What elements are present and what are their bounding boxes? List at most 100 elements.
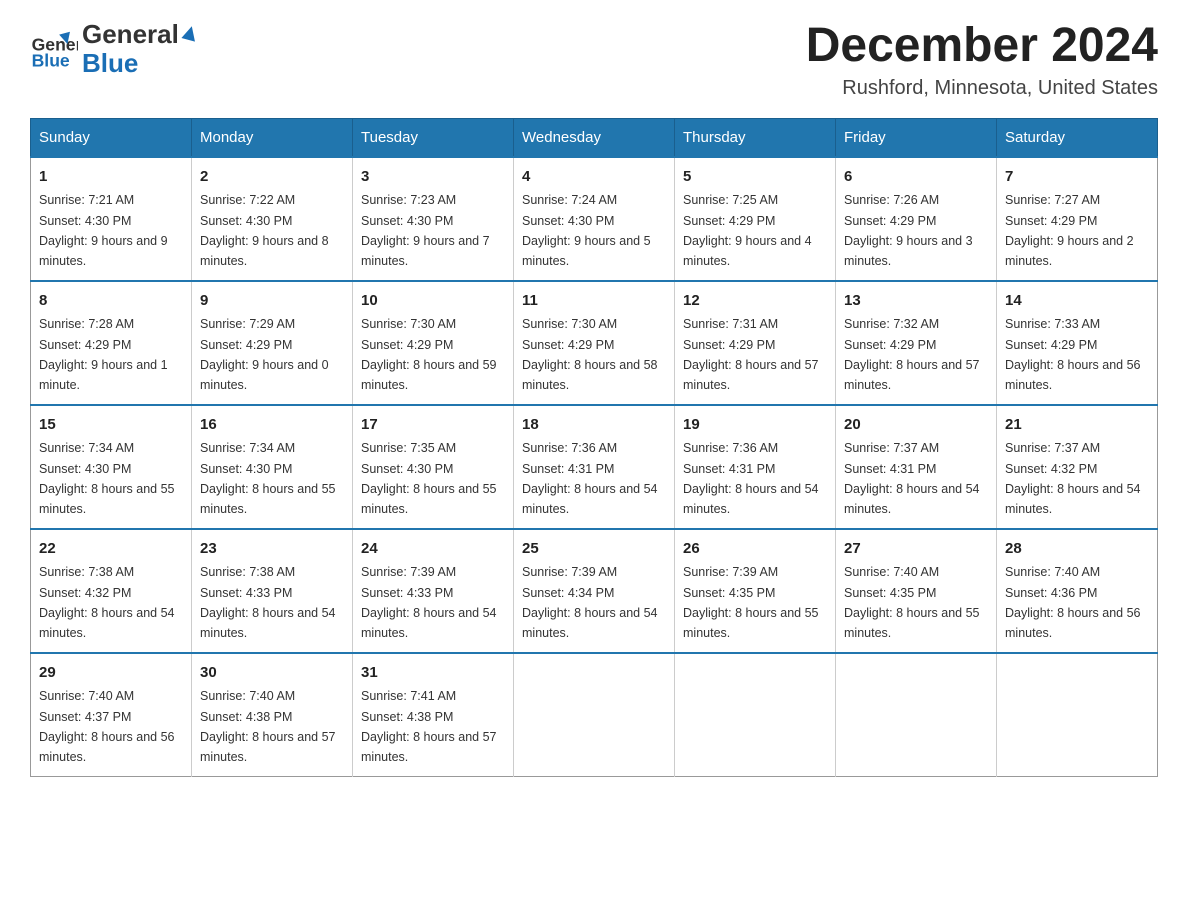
day-info: Sunrise: 7:37 AMSunset: 4:31 PMDaylight:…	[844, 441, 980, 516]
day-number: 14	[1005, 290, 1149, 313]
day-number: 24	[361, 538, 505, 561]
calendar-cell	[514, 653, 675, 777]
logo-triangle-icon	[181, 22, 199, 42]
calendar-cell: 7 Sunrise: 7:27 AMSunset: 4:29 PMDayligh…	[997, 157, 1158, 281]
day-info: Sunrise: 7:40 AMSunset: 4:37 PMDaylight:…	[39, 689, 175, 764]
day-info: Sunrise: 7:30 AMSunset: 4:29 PMDaylight:…	[361, 317, 497, 392]
day-number: 13	[844, 290, 988, 313]
calendar-cell: 28 Sunrise: 7:40 AMSunset: 4:36 PMDaylig…	[997, 529, 1158, 653]
calendar-cell: 20 Sunrise: 7:37 AMSunset: 4:31 PMDaylig…	[836, 405, 997, 529]
calendar-cell	[997, 653, 1158, 777]
day-info: Sunrise: 7:36 AMSunset: 4:31 PMDaylight:…	[683, 441, 819, 516]
day-info: Sunrise: 7:34 AMSunset: 4:30 PMDaylight:…	[200, 441, 336, 516]
week-row-1: 1 Sunrise: 7:21 AMSunset: 4:30 PMDayligh…	[31, 157, 1158, 281]
day-number: 1	[39, 166, 183, 189]
week-row-2: 8 Sunrise: 7:28 AMSunset: 4:29 PMDayligh…	[31, 281, 1158, 405]
day-number: 12	[683, 290, 827, 313]
calendar-cell: 30 Sunrise: 7:40 AMSunset: 4:38 PMDaylig…	[192, 653, 353, 777]
day-info: Sunrise: 7:21 AMSunset: 4:30 PMDaylight:…	[39, 193, 168, 268]
calendar-cell: 11 Sunrise: 7:30 AMSunset: 4:29 PMDaylig…	[514, 281, 675, 405]
calendar-cell: 15 Sunrise: 7:34 AMSunset: 4:30 PMDaylig…	[31, 405, 192, 529]
title-area: December 2024 Rushford, Minnesota, Unite…	[806, 20, 1158, 100]
header-sunday: Sunday	[31, 118, 192, 157]
calendar-cell: 22 Sunrise: 7:38 AMSunset: 4:32 PMDaylig…	[31, 529, 192, 653]
location-title: Rushford, Minnesota, United States	[806, 77, 1158, 100]
day-info: Sunrise: 7:28 AMSunset: 4:29 PMDaylight:…	[39, 317, 168, 392]
calendar-cell: 29 Sunrise: 7:40 AMSunset: 4:37 PMDaylig…	[31, 653, 192, 777]
day-info: Sunrise: 7:38 AMSunset: 4:32 PMDaylight:…	[39, 565, 175, 640]
calendar-cell: 31 Sunrise: 7:41 AMSunset: 4:38 PMDaylig…	[353, 653, 514, 777]
day-info: Sunrise: 7:22 AMSunset: 4:30 PMDaylight:…	[200, 193, 329, 268]
calendar-cell: 24 Sunrise: 7:39 AMSunset: 4:33 PMDaylig…	[353, 529, 514, 653]
week-row-3: 15 Sunrise: 7:34 AMSunset: 4:30 PMDaylig…	[31, 405, 1158, 529]
calendar-cell: 6 Sunrise: 7:26 AMSunset: 4:29 PMDayligh…	[836, 157, 997, 281]
day-number: 22	[39, 538, 183, 561]
logo-blue-text: Blue	[82, 49, 199, 78]
day-info: Sunrise: 7:39 AMSunset: 4:35 PMDaylight:…	[683, 565, 819, 640]
calendar-cell: 14 Sunrise: 7:33 AMSunset: 4:29 PMDaylig…	[997, 281, 1158, 405]
day-number: 3	[361, 166, 505, 189]
calendar-cell	[836, 653, 997, 777]
day-number: 9	[200, 290, 344, 313]
calendar-cell: 9 Sunrise: 7:29 AMSunset: 4:29 PMDayligh…	[192, 281, 353, 405]
calendar-cell: 13 Sunrise: 7:32 AMSunset: 4:29 PMDaylig…	[836, 281, 997, 405]
calendar-cell	[675, 653, 836, 777]
calendar-cell: 17 Sunrise: 7:35 AMSunset: 4:30 PMDaylig…	[353, 405, 514, 529]
svg-text:Blue: Blue	[32, 50, 70, 70]
day-info: Sunrise: 7:39 AMSunset: 4:33 PMDaylight:…	[361, 565, 497, 640]
week-row-4: 22 Sunrise: 7:38 AMSunset: 4:32 PMDaylig…	[31, 529, 1158, 653]
calendar-cell: 12 Sunrise: 7:31 AMSunset: 4:29 PMDaylig…	[675, 281, 836, 405]
page-header: General Blue General Blue December 2024 …	[30, 20, 1158, 100]
day-info: Sunrise: 7:29 AMSunset: 4:29 PMDaylight:…	[200, 317, 329, 392]
header-wednesday: Wednesday	[514, 118, 675, 157]
calendar-cell: 27 Sunrise: 7:40 AMSunset: 4:35 PMDaylig…	[836, 529, 997, 653]
day-number: 4	[522, 166, 666, 189]
calendar-cell: 16 Sunrise: 7:34 AMSunset: 4:30 PMDaylig…	[192, 405, 353, 529]
day-number: 19	[683, 414, 827, 437]
calendar-cell: 4 Sunrise: 7:24 AMSunset: 4:30 PMDayligh…	[514, 157, 675, 281]
day-info: Sunrise: 7:40 AMSunset: 4:38 PMDaylight:…	[200, 689, 336, 764]
day-number: 11	[522, 290, 666, 313]
calendar-cell: 2 Sunrise: 7:22 AMSunset: 4:30 PMDayligh…	[192, 157, 353, 281]
day-info: Sunrise: 7:25 AMSunset: 4:29 PMDaylight:…	[683, 193, 812, 268]
day-info: Sunrise: 7:33 AMSunset: 4:29 PMDaylight:…	[1005, 317, 1141, 392]
day-info: Sunrise: 7:30 AMSunset: 4:29 PMDaylight:…	[522, 317, 658, 392]
day-info: Sunrise: 7:38 AMSunset: 4:33 PMDaylight:…	[200, 565, 336, 640]
day-number: 5	[683, 166, 827, 189]
header-friday: Friday	[836, 118, 997, 157]
day-info: Sunrise: 7:32 AMSunset: 4:29 PMDaylight:…	[844, 317, 980, 392]
day-number: 26	[683, 538, 827, 561]
day-number: 17	[361, 414, 505, 437]
day-info: Sunrise: 7:31 AMSunset: 4:29 PMDaylight:…	[683, 317, 819, 392]
day-number: 29	[39, 662, 183, 685]
calendar-cell: 19 Sunrise: 7:36 AMSunset: 4:31 PMDaylig…	[675, 405, 836, 529]
day-info: Sunrise: 7:27 AMSunset: 4:29 PMDaylight:…	[1005, 193, 1134, 268]
day-number: 7	[1005, 166, 1149, 189]
day-number: 23	[200, 538, 344, 561]
day-info: Sunrise: 7:39 AMSunset: 4:34 PMDaylight:…	[522, 565, 658, 640]
calendar-cell: 10 Sunrise: 7:30 AMSunset: 4:29 PMDaylig…	[353, 281, 514, 405]
calendar-cell: 3 Sunrise: 7:23 AMSunset: 4:30 PMDayligh…	[353, 157, 514, 281]
day-info: Sunrise: 7:26 AMSunset: 4:29 PMDaylight:…	[844, 193, 973, 268]
calendar-cell: 1 Sunrise: 7:21 AMSunset: 4:30 PMDayligh…	[31, 157, 192, 281]
week-row-5: 29 Sunrise: 7:40 AMSunset: 4:37 PMDaylig…	[31, 653, 1158, 777]
day-number: 21	[1005, 414, 1149, 437]
day-number: 18	[522, 414, 666, 437]
day-info: Sunrise: 7:41 AMSunset: 4:38 PMDaylight:…	[361, 689, 497, 764]
day-info: Sunrise: 7:36 AMSunset: 4:31 PMDaylight:…	[522, 441, 658, 516]
calendar-cell: 25 Sunrise: 7:39 AMSunset: 4:34 PMDaylig…	[514, 529, 675, 653]
day-number: 27	[844, 538, 988, 561]
day-number: 31	[361, 662, 505, 685]
day-info: Sunrise: 7:35 AMSunset: 4:30 PMDaylight:…	[361, 441, 497, 516]
header-saturday: Saturday	[997, 118, 1158, 157]
day-number: 28	[1005, 538, 1149, 561]
weekday-header-row: Sunday Monday Tuesday Wednesday Thursday…	[31, 118, 1158, 157]
month-title: December 2024	[806, 20, 1158, 73]
day-info: Sunrise: 7:23 AMSunset: 4:30 PMDaylight:…	[361, 193, 490, 268]
calendar-cell: 8 Sunrise: 7:28 AMSunset: 4:29 PMDayligh…	[31, 281, 192, 405]
calendar-cell: 26 Sunrise: 7:39 AMSunset: 4:35 PMDaylig…	[675, 529, 836, 653]
day-number: 8	[39, 290, 183, 313]
logo-text: General Blue	[82, 20, 199, 77]
day-number: 10	[361, 290, 505, 313]
day-info: Sunrise: 7:24 AMSunset: 4:30 PMDaylight:…	[522, 193, 651, 268]
